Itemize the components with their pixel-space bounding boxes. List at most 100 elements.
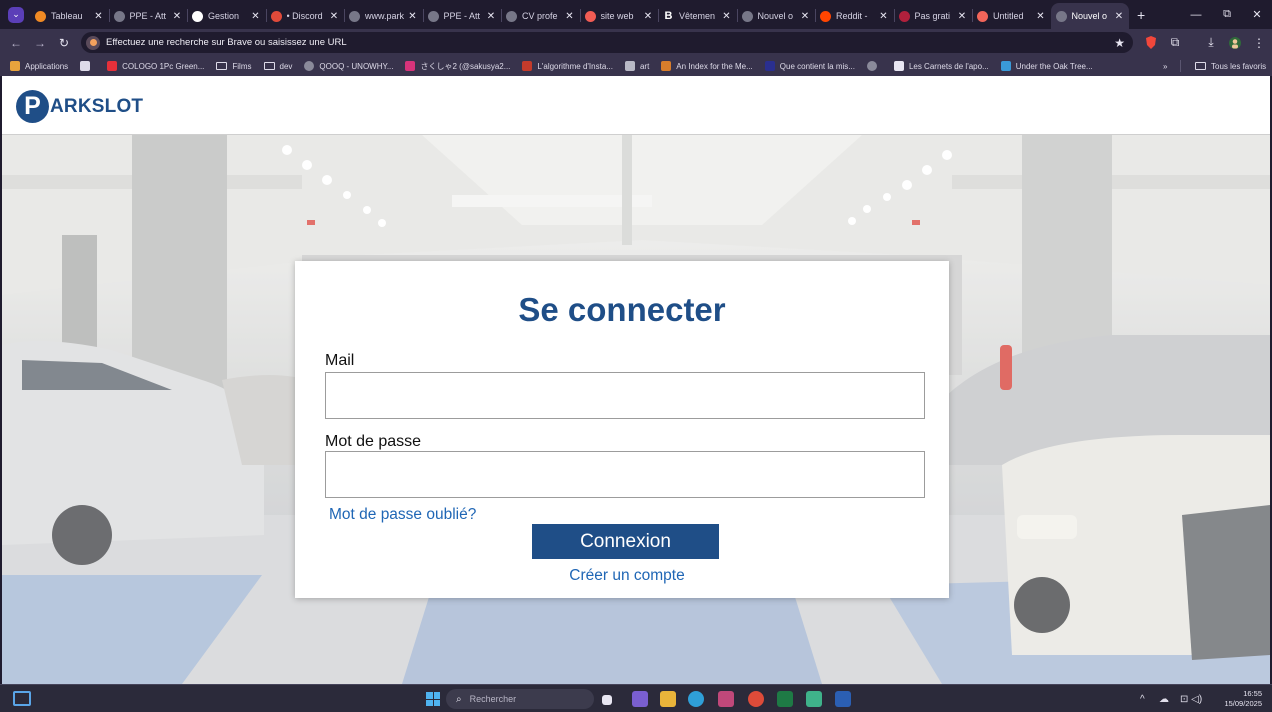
brave-shield-icon[interactable] bbox=[86, 35, 100, 50]
tab-close-icon[interactable]: ✕ bbox=[800, 11, 810, 22]
tab-close-icon[interactable]: ✕ bbox=[643, 11, 653, 22]
address-text[interactable]: Effectuez une recherche sur Brave ou sai… bbox=[106, 37, 1114, 48]
windows-start-icon[interactable] bbox=[426, 692, 440, 706]
edge-icon[interactable] bbox=[688, 691, 704, 707]
bookmark-item[interactable]: art bbox=[624, 61, 649, 71]
browser-tab[interactable]: B Vêtemen ✕ bbox=[658, 3, 737, 29]
bookmark-item[interactable]: dev bbox=[263, 62, 292, 71]
bookmark-item[interactable]: Les Carnets de l'apo... bbox=[893, 61, 989, 71]
file-explorer-icon[interactable] bbox=[660, 691, 676, 707]
new-tab-plus-icon[interactable]: + bbox=[1137, 7, 1145, 23]
tab-close-icon[interactable]: ✕ bbox=[565, 11, 575, 22]
tab-close-icon[interactable]: ✕ bbox=[486, 11, 496, 22]
image-icon bbox=[624, 61, 635, 71]
browser-tab[interactable]: • Discord ✕ bbox=[265, 3, 345, 29]
extensions-puzzle-icon[interactable]: ⧉ bbox=[1164, 29, 1186, 56]
onedrive-icon[interactable]: ☁ bbox=[1159, 685, 1169, 712]
bookmark-item[interactable] bbox=[80, 61, 95, 71]
chrome-icon bbox=[270, 10, 282, 22]
browser-tab[interactable]: Nouvel o ✕ bbox=[736, 3, 816, 29]
browser-tab[interactable]: PPE - Att ✕ bbox=[108, 3, 188, 29]
tab-close-icon[interactable]: ✕ bbox=[879, 11, 889, 22]
browser-tab[interactable]: CV profe ✕ bbox=[501, 3, 580, 29]
profile-avatar-icon[interactable] bbox=[1224, 29, 1246, 56]
browser-tab[interactable]: Tableau ✕ bbox=[30, 3, 109, 29]
tab-label: Untitled bbox=[993, 11, 1024, 21]
address-bar[interactable]: Effectuez une recherche sur Brave ou sai… bbox=[81, 32, 1133, 53]
bookmark-label: Que contient la mis... bbox=[779, 61, 855, 71]
bookmark-label: さくしゃ2 (@sakusya2... bbox=[420, 61, 511, 71]
browser-tab[interactable]: Reddit - ✕ bbox=[815, 3, 894, 29]
bookmark-label: Applications bbox=[25, 61, 69, 71]
bookmark-item[interactable]: さくしゃ2 (@sakusya2... bbox=[405, 61, 510, 72]
bookmarks-bar: Applications COLOGO 1Pc Green... Films dev Q… bbox=[0, 56, 1272, 76]
download-icon[interactable]: ⤓ bbox=[1200, 29, 1222, 56]
bookmark-item[interactable]: Under the Oak Tree... bbox=[1000, 61, 1093, 71]
tab-close-icon[interactable]: ✕ bbox=[251, 11, 261, 22]
login-button[interactable]: Connexion bbox=[532, 524, 719, 559]
bookmarks-overflow-chevron-icon[interactable]: » bbox=[1163, 56, 1167, 76]
tab-close-icon[interactable]: ✕ bbox=[94, 11, 104, 22]
bookmark-item[interactable]: An Index for the Me... bbox=[661, 61, 753, 71]
bookmark-item[interactable] bbox=[866, 61, 882, 71]
browser-tab[interactable]: site web ✕ bbox=[579, 3, 659, 29]
brave-rewards-icon[interactable] bbox=[1140, 29, 1162, 56]
bookmark-item[interactable]: Films bbox=[216, 62, 252, 71]
tab-close-icon[interactable]: ✕ bbox=[172, 11, 182, 22]
browser-tab[interactable]: Nouvel o ✕ bbox=[1050, 3, 1129, 29]
bookmark-label: QOOQ - UNOWHY... bbox=[319, 61, 394, 71]
taskbar-search[interactable]: ⌕ Rechercher bbox=[446, 689, 594, 709]
browser-tab[interactable]: Untitled ✕ bbox=[972, 3, 1051, 29]
store-icon[interactable] bbox=[718, 691, 734, 707]
forgot-password-link[interactable]: Mot de passe oublié? bbox=[329, 506, 476, 524]
windows-taskbar: ⌕ Rechercher ^ ☁ ⊡ ◁) 16:55 15/09/2025 bbox=[0, 684, 1272, 712]
browser-tab[interactable]: PPE - Att ✕ bbox=[422, 3, 502, 29]
browser-menu-kebab-icon[interactable]: ⋮ bbox=[1248, 29, 1270, 56]
tab-close-icon[interactable]: ✕ bbox=[329, 11, 339, 22]
password-input[interactable] bbox=[325, 451, 925, 498]
bookmark-item[interactable]: Applications bbox=[10, 61, 68, 71]
tab-close-icon[interactable]: ✕ bbox=[957, 11, 967, 22]
tab-close-icon[interactable]: ✕ bbox=[722, 11, 732, 22]
tray-chevron-icon[interactable]: ^ bbox=[1140, 685, 1145, 712]
password-label: Mot de passe bbox=[325, 433, 422, 450]
parkslot-logo[interactable]: P ARKSLOT bbox=[16, 90, 143, 123]
bookmark-item[interactable]: QOOQ - UNOWHY... bbox=[304, 61, 393, 71]
widgets-icon[interactable] bbox=[13, 691, 31, 706]
minimize-icon[interactable]: — bbox=[1181, 0, 1211, 29]
chrome-taskbar-icon[interactable] bbox=[748, 691, 764, 707]
reload-icon[interactable]: ↻ bbox=[52, 36, 76, 50]
browser-tab-strip: ⌄ Tableau ✕ PPE - Att ✕ Gestion ✕ • Discord ✕ ww… bbox=[0, 0, 1272, 29]
copilot-icon[interactable] bbox=[632, 691, 648, 707]
tab-close-icon[interactable]: ✕ bbox=[408, 11, 418, 22]
tab-label: Reddit - bbox=[836, 11, 868, 21]
tab-close-icon[interactable]: ✕ bbox=[1114, 11, 1124, 22]
mail-input[interactable] bbox=[325, 372, 925, 419]
tab-label: Nouvel o bbox=[1071, 11, 1108, 21]
word-icon[interactable] bbox=[835, 691, 851, 707]
close-window-icon[interactable]: ✕ bbox=[1242, 0, 1272, 29]
instagram-icon bbox=[405, 61, 416, 71]
bookmark-item[interactable]: COLOGO 1Pc Green... bbox=[107, 61, 204, 71]
browser-tab[interactable]: Pas grati ✕ bbox=[893, 3, 973, 29]
task-view-icon[interactable] bbox=[602, 695, 612, 705]
tab-close-icon[interactable]: ✕ bbox=[1036, 11, 1046, 22]
bookmark-item[interactable]: L'algorithme d'Insta... bbox=[522, 61, 613, 71]
paint-icon[interactable] bbox=[806, 691, 822, 707]
bookmark-item[interactable]: Que contient la mis... bbox=[764, 61, 855, 71]
create-account-link[interactable]: Créer un compte bbox=[295, 567, 959, 585]
excel-icon[interactable] bbox=[777, 691, 793, 707]
restore-icon[interactable]: ⧉ bbox=[1212, 0, 1242, 29]
system-clock[interactable]: 16:55 15/09/2025 bbox=[1224, 689, 1262, 709]
browser-tab[interactable]: Gestion ✕ bbox=[187, 3, 266, 29]
forward-arrow-icon[interactable]: → bbox=[28, 36, 52, 50]
aliexpress-icon bbox=[107, 61, 118, 71]
bookmark-star-icon[interactable]: ★ bbox=[1114, 36, 1125, 50]
tab-search-chevron-icon[interactable]: ⌄ bbox=[8, 6, 24, 23]
network-volume-icon[interactable]: ⊡ ◁) bbox=[1180, 685, 1202, 712]
browser-tab[interactable]: www.park ✕ bbox=[344, 3, 423, 29]
all-bookmarks-button[interactable]: Tous les favoris bbox=[1195, 56, 1266, 76]
tab-label: PPE - Att bbox=[443, 11, 481, 21]
login-title: Se connecter bbox=[518, 291, 726, 328]
back-arrow-icon[interactable]: ← bbox=[4, 36, 28, 50]
